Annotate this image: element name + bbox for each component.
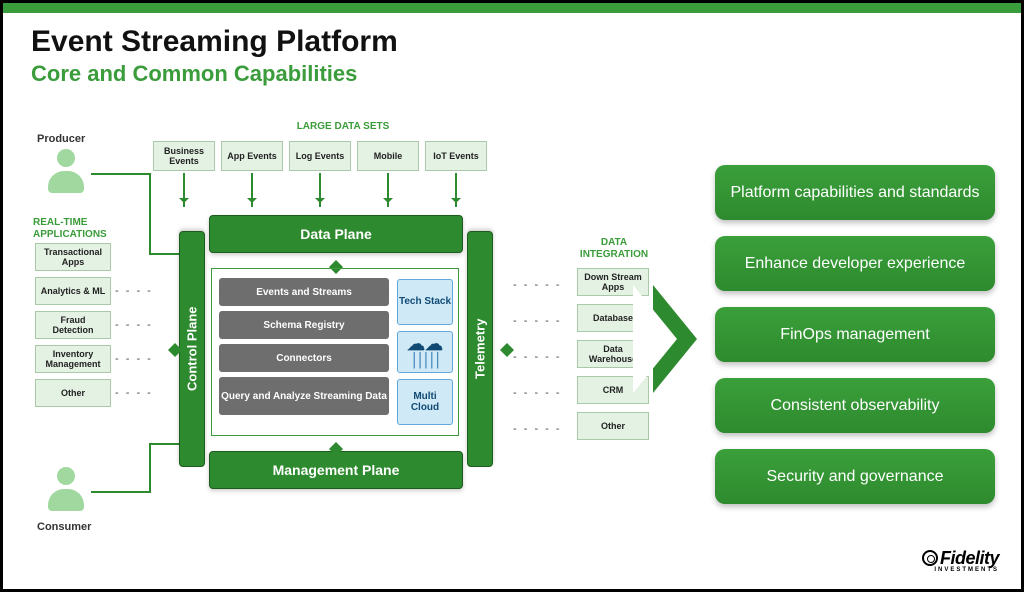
logo-text: Fidelity xyxy=(940,548,999,568)
bi-arrow-horizontal-icon xyxy=(493,343,511,357)
lds-item: Mobile xyxy=(357,141,419,171)
inner-item: Connectors xyxy=(219,344,389,372)
data-integration-label: DATA INTEGRATION xyxy=(573,237,655,260)
page-subtitle: Core and Common Capabilities xyxy=(31,61,1021,87)
diagram-canvas: Producer Consumer LARGE DATA SETS Busine… xyxy=(3,103,1021,583)
tech-stack-box: Tech Stack xyxy=(397,279,453,325)
arrow-down-icon xyxy=(183,173,185,207)
data-plane: Data Plane xyxy=(209,215,463,253)
page-title: Event Streaming Platform xyxy=(31,25,1021,59)
multi-cloud-label: Multi Cloud xyxy=(398,391,452,414)
inner-item: Query and Analyze Streaming Data xyxy=(219,377,389,415)
dashes: - - - - - xyxy=(513,387,562,399)
capability-card: Consistent observability xyxy=(715,378,995,433)
bi-arrow-vertical-icon xyxy=(329,435,343,451)
logo-subtext: INVESTMENTS xyxy=(922,567,999,573)
consumer-label: Consumer xyxy=(37,521,91,533)
logo-mark-icon xyxy=(922,550,938,566)
multi-cloud-icon-box: ☁︎☁︎ ׀׀׀׀׀ xyxy=(397,331,453,373)
arrow-down-icon xyxy=(319,173,321,207)
telemetry-plane: Telemetry xyxy=(467,231,493,467)
bi-arrow-horizontal-icon xyxy=(161,343,179,357)
capabilities-column: Platform capabilities and standards Enha… xyxy=(715,165,995,520)
realtime-label: REAL-TIME APPLICATIONS xyxy=(33,217,117,240)
arrow-down-icon xyxy=(455,173,457,207)
inner-item: Events and Streams xyxy=(219,278,389,306)
producer-icon xyxy=(41,149,91,199)
capability-card: Enhance developer experience xyxy=(715,236,995,291)
cloud-icon: ☁︎☁︎ xyxy=(407,335,443,354)
capability-card: FinOps management xyxy=(715,307,995,362)
inner-gray-stack: Events and Streams Schema Registry Conne… xyxy=(219,278,389,420)
capability-card: Security and governance xyxy=(715,449,995,504)
lds-item: Business Events xyxy=(153,141,215,171)
dashes: - - - - - xyxy=(513,351,562,363)
large-data-sets-label: LARGE DATA SETS xyxy=(273,121,413,133)
dashes: - - - - - xyxy=(513,423,562,435)
connector-line xyxy=(149,173,151,253)
dashes: - - - - - xyxy=(513,279,562,291)
realtime-item: Analytics & ML xyxy=(35,277,111,305)
arrow-down-icon xyxy=(251,173,253,207)
accent-bar xyxy=(3,3,1021,13)
multi-cloud-box: Multi Cloud xyxy=(397,379,453,425)
lds-item: Log Events xyxy=(289,141,351,171)
dashes: - - - - xyxy=(115,319,153,331)
producer-label: Producer xyxy=(37,133,85,145)
tech-stack-label: Tech Stack xyxy=(399,296,451,308)
di-item: Other xyxy=(577,412,649,440)
connector-line xyxy=(149,443,151,493)
connector-line xyxy=(149,443,181,445)
connector-line xyxy=(91,173,151,175)
fidelity-logo: Fidelity INVESTMENTS xyxy=(922,548,999,573)
capability-card: Platform capabilities and standards xyxy=(715,165,995,220)
dashes: - - - - xyxy=(115,387,153,399)
dashes: - - - - xyxy=(115,353,153,365)
dashes: - - - - xyxy=(115,285,153,297)
inner-item: Schema Registry xyxy=(219,311,389,339)
bi-arrow-vertical-icon xyxy=(329,253,343,269)
realtime-column: Transactional Apps Analytics & ML Fraud … xyxy=(35,243,111,413)
realtime-item: Fraud Detection xyxy=(35,311,111,339)
realtime-item: Transactional Apps xyxy=(35,243,111,271)
lds-item: IoT Events xyxy=(425,141,487,171)
lds-item: App Events xyxy=(221,141,283,171)
arrow-down-icon xyxy=(387,173,389,207)
large-data-sets-row: Business Events App Events Log Events Mo… xyxy=(153,141,487,171)
realtime-item: Inventory Management xyxy=(35,345,111,373)
dashes: - - - - - xyxy=(513,315,562,327)
rain-icon: ׀׀׀׀׀ xyxy=(410,353,439,369)
realtime-item: Other xyxy=(35,379,111,407)
connector-line xyxy=(91,491,151,493)
connector-line xyxy=(149,253,181,255)
consumer-icon xyxy=(41,467,91,517)
